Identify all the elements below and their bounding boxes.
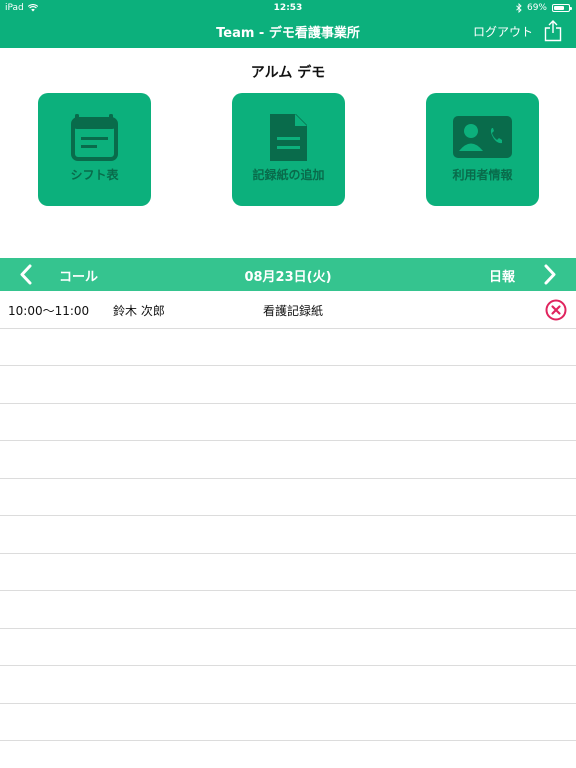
add-record-button[interactable]: 記録紙の追加	[232, 93, 345, 206]
status-right-group: 69%	[516, 0, 572, 16]
empty-row	[0, 591, 576, 629]
shift-table-button[interactable]: シフト表	[38, 93, 151, 206]
empty-row	[0, 704, 576, 741]
app-screen: iPad 12:53 69% Team - デモ看護事業所 ログアウト アルム …	[0, 0, 576, 768]
empty-row	[0, 441, 576, 479]
document-icon	[270, 114, 307, 161]
client-info-label: 利用者情報	[452, 168, 513, 182]
battery-percent: 69%	[526, 3, 547, 13]
battery-level	[554, 6, 564, 10]
empty-row	[0, 479, 576, 516]
daily-report-button[interactable]: 日報	[489, 266, 515, 285]
record-type: 看護記録紙	[263, 304, 324, 318]
empty-row	[0, 741, 576, 768]
record-client-name: 鈴木 次郎	[113, 304, 165, 318]
empty-row	[0, 366, 576, 404]
chevron-right-icon[interactable]	[537, 262, 561, 287]
calendar-icon	[71, 114, 118, 161]
empty-row	[0, 516, 576, 554]
empty-row	[0, 666, 576, 704]
battery-icon	[552, 4, 572, 12]
client-info-button[interactable]: 利用者情報	[426, 93, 539, 206]
record-row[interactable]: 10:00〜11:00 鈴木 次郎 看護記録紙	[0, 291, 576, 329]
shift-table-label: シフト表	[70, 168, 119, 182]
share-icon[interactable]	[544, 20, 562, 42]
user-name: アルム デモ	[250, 65, 326, 81]
date-bar: コール 08月23日(火) 日報	[0, 258, 576, 291]
record-list: 10:00〜11:00 鈴木 次郎 看護記録紙	[0, 291, 576, 768]
navigation-bar: iPad 12:53 69% Team - デモ看護事業所 ログアウト	[0, 0, 576, 48]
empty-row	[0, 329, 576, 366]
record-time: 10:00〜11:00	[8, 304, 90, 318]
delete-icon[interactable]	[545, 299, 567, 321]
bluetooth-icon	[516, 3, 522, 13]
empty-row	[0, 404, 576, 441]
empty-row	[0, 554, 576, 591]
contact-card-icon	[453, 116, 512, 158]
logout-button[interactable]: ログアウト	[473, 23, 533, 40]
status-bar: iPad 12:53 69%	[0, 0, 576, 16]
add-record-label: 記録紙の追加	[252, 168, 325, 182]
status-time: 12:53	[273, 3, 303, 13]
empty-row	[0, 629, 576, 666]
